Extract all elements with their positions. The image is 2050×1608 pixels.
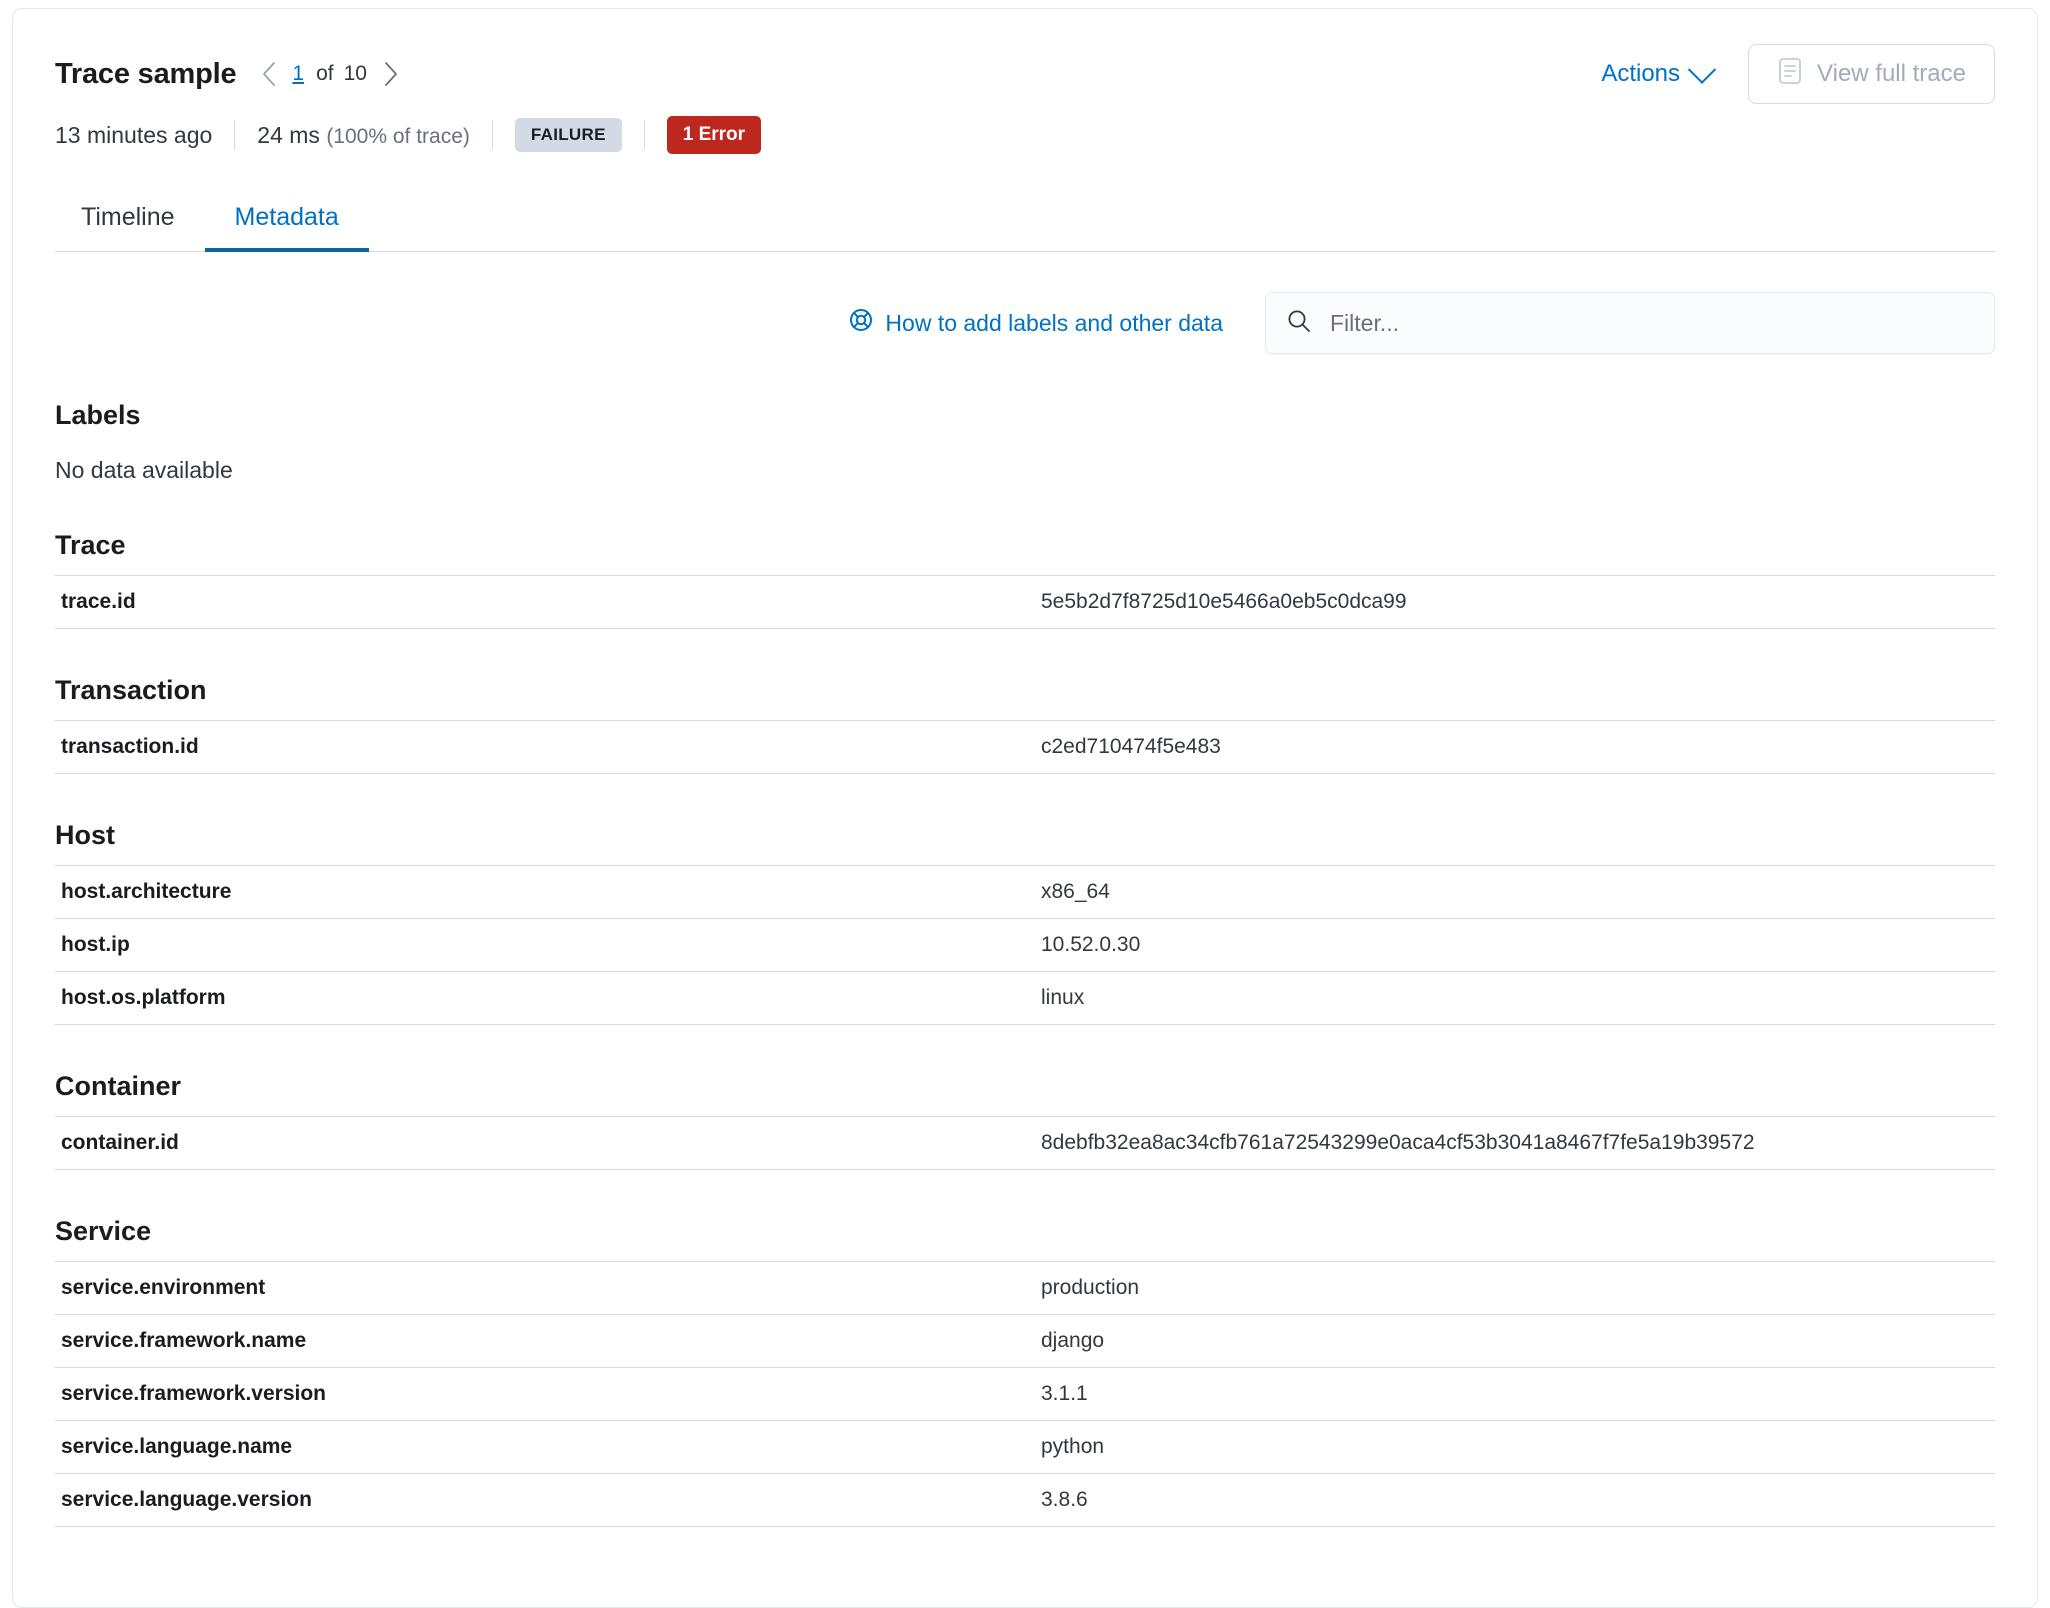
pager-current-page[interactable]: 1 (292, 62, 304, 86)
sample-pager: 1 of 10 (254, 57, 405, 91)
pager-of-label: of (316, 62, 334, 86)
chevron-right-icon[interactable] (375, 57, 405, 91)
metadata-sections: Labels No data available Trace trace.id5e5b… (55, 400, 1995, 1527)
metadata-key: service.language.version (55, 1474, 1041, 1527)
tab-timeline[interactable]: Timeline (55, 203, 205, 252)
metadata-key: trace.id (55, 576, 1041, 629)
status-badge: FAILURE (515, 118, 622, 152)
actions-button[interactable]: Actions (1601, 60, 1712, 88)
metadata-key: container.id (55, 1117, 1041, 1170)
metadata-toolbar: How to add labels and other data (55, 292, 1995, 354)
page-title: Trace sample (55, 58, 236, 91)
metadata-value: django (1041, 1315, 1995, 1368)
divider (492, 120, 493, 150)
error-count-badge[interactable]: 1 Error (667, 116, 761, 154)
table-row: container.id8debfb32ea8ac34cfb761a725432… (55, 1117, 1995, 1170)
lifebuoy-icon (849, 308, 873, 338)
metadata-section: Trace trace.id5e5b2d7f8725d10e5466a0eb5c0… (55, 530, 1995, 629)
metadata-table: host.architecturex86_64host.ip10.52.0.30… (55, 865, 1995, 1025)
metadata-value: production (1041, 1262, 1995, 1315)
chevron-left-icon[interactable] (254, 57, 284, 91)
chevron-down-icon (1688, 56, 1716, 84)
table-row: service.language.namepython (55, 1421, 1995, 1474)
metadata-section: Labels No data available (55, 400, 1995, 484)
section-title: Trace (55, 530, 1995, 561)
table-row: host.ip10.52.0.30 (55, 919, 1995, 972)
status-bar: 13 minutes ago 24 ms (100% of trace) FAI… (55, 109, 1995, 161)
metadata-key: host.architecture (55, 866, 1041, 919)
metadata-section: Container container.id8debfb32ea8ac34cfb7… (55, 1071, 1995, 1170)
trace-sample-panel: Trace sample 1 of 10 Actions (12, 8, 2038, 1608)
duration-percent: (100% of trace) (326, 125, 470, 148)
metadata-value: 3.8.6 (1041, 1474, 1995, 1527)
view-full-trace-button[interactable]: View full trace (1748, 44, 1995, 104)
table-row: service.framework.namedjango (55, 1315, 1995, 1368)
metadata-value: c2ed710474f5e483 (1041, 721, 1995, 774)
table-row: transaction.idc2ed710474f5e483 (55, 721, 1995, 774)
table-row: service.framework.version3.1.1 (55, 1368, 1995, 1421)
document-icon (1777, 57, 1803, 92)
metadata-value: linux (1041, 972, 1995, 1025)
duration-value: 24 ms (257, 122, 320, 148)
metadata-value: python (1041, 1421, 1995, 1474)
metadata-section: Transaction transaction.idc2ed710474f5e48… (55, 675, 1995, 774)
metadata-key: service.framework.version (55, 1368, 1041, 1421)
search-icon (1286, 308, 1312, 339)
metadata-key: service.environment (55, 1262, 1041, 1315)
empty-state-message: No data available (55, 457, 1995, 484)
table-row: host.os.platformlinux (55, 972, 1995, 1025)
metadata-table: trace.id5e5b2d7f8725d10e5466a0eb5c0dca99 (55, 575, 1995, 629)
metadata-value: 3.1.1 (1041, 1368, 1995, 1421)
filter-field[interactable] (1265, 292, 1995, 354)
table-row: service.environmentproduction (55, 1262, 1995, 1315)
section-title: Service (55, 1216, 1995, 1247)
table-row: host.architecturex86_64 (55, 866, 1995, 919)
table-row: service.language.version3.8.6 (55, 1474, 1995, 1527)
metadata-value: 10.52.0.30 (1041, 919, 1995, 972)
table-row: trace.id5e5b2d7f8725d10e5466a0eb5c0dca99 (55, 576, 1995, 629)
section-title: Transaction (55, 675, 1995, 706)
timestamp-label: 13 minutes ago (55, 122, 234, 149)
metadata-key: transaction.id (55, 721, 1041, 774)
divider (644, 120, 645, 150)
section-title: Labels (55, 400, 1995, 431)
pager-total-pages: 10 (344, 62, 367, 86)
tab-metadata[interactable]: Metadata (205, 203, 369, 252)
metadata-table: container.id8debfb32ea8ac34cfb761a725432… (55, 1116, 1995, 1170)
metadata-value: 5e5b2d7f8725d10e5466a0eb5c0dca99 (1041, 576, 1995, 629)
section-title: Host (55, 820, 1995, 851)
metadata-section: Serviceservice.environmentproductionserv… (55, 1216, 1995, 1527)
help-link-label: How to add labels and other data (885, 310, 1223, 337)
metadata-value: 8debfb32ea8ac34cfb761a72543299e0aca4cf53… (1041, 1117, 1995, 1170)
metadata-key: service.language.name (55, 1421, 1041, 1474)
metadata-key: host.os.platform (55, 972, 1041, 1025)
tab-bar: Timeline Metadata (55, 189, 1995, 252)
filter-input[interactable] (1328, 309, 1974, 338)
metadata-key: host.ip (55, 919, 1041, 972)
metadata-section: Host host.architecturex86_64host.ip10.52.… (55, 820, 1995, 1025)
metadata-key: service.framework.name (55, 1315, 1041, 1368)
view-full-trace-label: View full trace (1817, 60, 1966, 88)
metadata-value: x86_64 (1041, 866, 1995, 919)
how-to-add-labels-link[interactable]: How to add labels and other data (849, 308, 1223, 338)
actions-label: Actions (1601, 60, 1680, 88)
section-title: Container (55, 1071, 1995, 1102)
metadata-table: transaction.idc2ed710474f5e483 (55, 720, 1995, 774)
duration-group: 24 ms (100% of trace) (235, 122, 492, 149)
panel-header: Trace sample 1 of 10 Actions (55, 43, 1995, 105)
metadata-table: service.environmentproductionservice.fra… (55, 1261, 1995, 1527)
